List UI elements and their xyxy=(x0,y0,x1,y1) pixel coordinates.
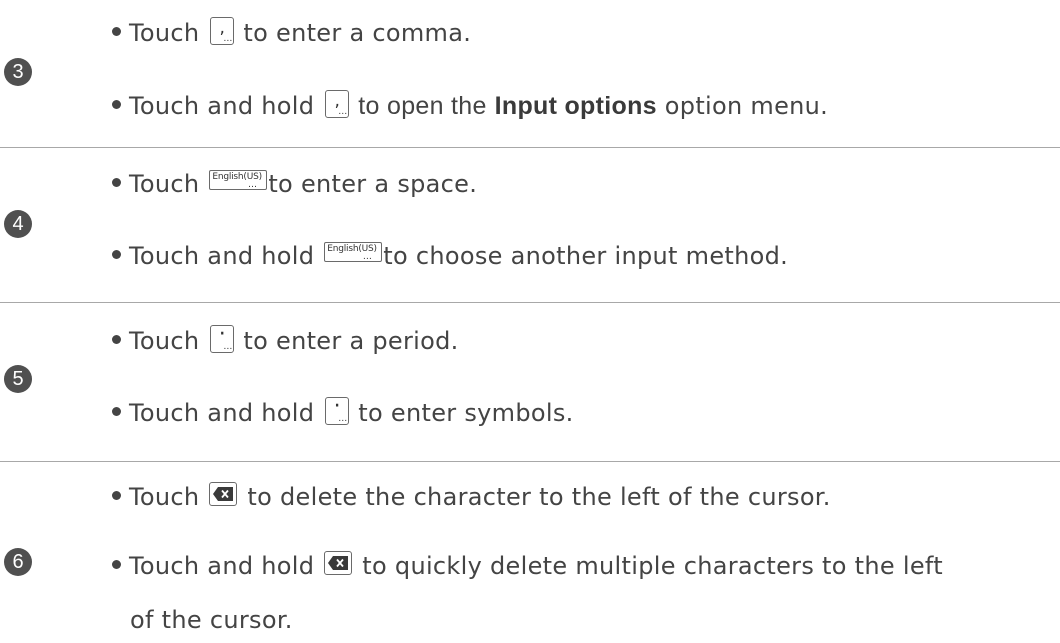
delete-key-icon xyxy=(209,482,238,506)
comma-key-icon: ,… xyxy=(210,17,235,45)
comma-key-icon: ,… xyxy=(325,90,350,118)
bullet-icon xyxy=(112,406,121,416)
step-number: 3 xyxy=(4,58,32,86)
english-us-space-key-icon: English(US)… xyxy=(324,242,383,262)
period-key-icon: ·… xyxy=(210,324,235,353)
divider xyxy=(0,147,1060,148)
instruction-line-continued: of the cursor. xyxy=(130,606,293,634)
bullet-icon xyxy=(112,490,121,500)
bullet-icon xyxy=(112,334,121,344)
delete-key-icon xyxy=(324,551,353,575)
instruction-line: Touch and hold English(US)… to choose ano… xyxy=(112,240,788,272)
instruction-line: Touch,… to enter a comma. xyxy=(112,17,471,49)
bullet-icon xyxy=(112,559,121,569)
step-number: 5 xyxy=(4,365,32,393)
bullet-icon xyxy=(112,177,121,187)
instruction-line: Touch and hold,… to open the Input option… xyxy=(112,90,828,122)
bullet-icon xyxy=(112,99,121,109)
instruction-line: Touch to delete the character to the left… xyxy=(112,481,831,513)
english-us-space-key-icon: English(US)… xyxy=(209,170,268,190)
instruction-line: Touch and hold ·… to enter symbols. xyxy=(112,396,574,429)
step-number: 6 xyxy=(4,548,32,576)
instruction-line: Touch English(US)… to enter a space. xyxy=(112,168,477,200)
bullet-icon xyxy=(112,249,121,259)
menu-name: Input options xyxy=(494,92,657,120)
divider xyxy=(0,461,1060,462)
step-number: 4 xyxy=(4,210,32,238)
divider xyxy=(0,302,1060,303)
period-key-icon: ·… xyxy=(325,396,350,425)
instruction-line: Touch and hold to quickly delete multiple… xyxy=(112,550,943,582)
instruction-line: Touch ·… to enter a period. xyxy=(112,324,459,357)
bullet-icon xyxy=(112,26,121,36)
